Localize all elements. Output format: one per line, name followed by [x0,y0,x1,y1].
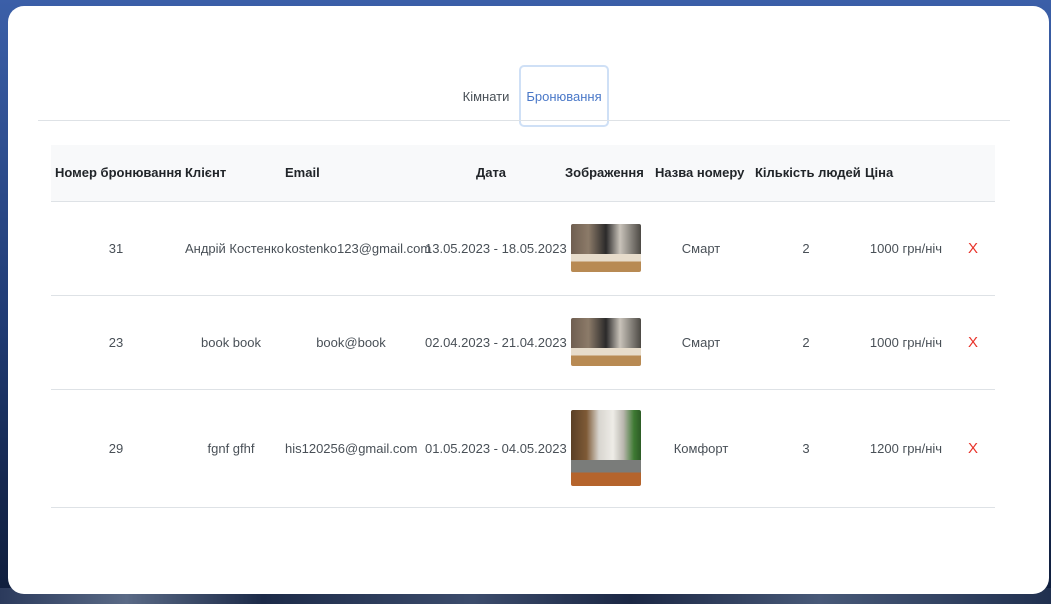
cell-room-name: Комфорт [651,389,751,508]
delete-booking-button[interactable]: X [968,334,978,351]
cell-image [561,389,651,508]
cell-price: 1000 грн/ніч [861,295,951,390]
cell-client: book book [181,295,281,390]
bookings-table: Номер бронювання Клієнт Email Дата Зобра… [51,145,995,508]
cell-delete: X [951,389,995,508]
header-image: Зображення [561,145,651,202]
room-photo [571,224,641,272]
delete-booking-button[interactable]: X [968,240,978,257]
cell-people-count: 2 [751,201,861,296]
header-price: Ціна [861,145,951,202]
room-photo [571,318,641,366]
cell-client: fgnf gfhf [181,389,281,508]
cell-date: 01.05.2023 - 04.05.2023 [421,389,567,508]
cell-people-count: 2 [751,295,861,390]
header-actions [951,145,995,202]
header-room-name: Назва номеру [651,145,751,202]
cell-date: 02.04.2023 - 21.04.2023 [421,295,567,390]
delete-booking-button[interactable]: X [968,440,978,457]
table-row: 29 fgnf gfhf his120256@gmail.com 01.05.2… [51,389,995,508]
cell-image [561,201,651,296]
cell-client: Андрій Костенко [181,201,284,296]
cell-price: 1000 грн/ніч [861,201,951,296]
cell-date: 13.05.2023 - 18.05.2023 [421,201,567,296]
tab-bookings[interactable]: Бронювання [519,65,609,127]
cell-people-count: 3 [751,389,861,508]
cell-room-name: Смарт [651,295,751,390]
header-people-count: Кількість людей [751,145,861,202]
cell-delete: X [951,201,995,296]
header-client: Клієнт [181,145,281,202]
table-row: 23 book book book@book 02.04.2023 - 21.0… [51,295,995,390]
header-booking-number: Номер бронювання [51,145,182,202]
cell-room-name: Смарт [651,201,751,296]
cell-email: his120256@gmail.com [281,389,421,508]
header-date: Дата [421,145,561,202]
room-photo [571,410,641,486]
tabs-divider [38,120,1010,121]
cell-price: 1200 грн/ніч [861,389,951,508]
cell-booking-number: 23 [51,295,181,390]
cell-image [561,295,651,390]
table-header-row: Номер бронювання Клієнт Email Дата Зобра… [51,145,995,202]
tab-rooms[interactable]: Кімнати [454,65,518,127]
header-email: Email [281,145,421,202]
table-row: 31 Андрій Костенко kostenko123@gmail.com… [51,201,995,296]
cell-email: kostenko123@gmail.com [281,201,431,296]
cell-delete: X [951,295,995,390]
cell-email: book@book [281,295,421,390]
cell-booking-number: 31 [51,201,181,296]
cell-booking-number: 29 [51,389,181,508]
tab-bar: Кімнати Бронювання [454,65,609,127]
